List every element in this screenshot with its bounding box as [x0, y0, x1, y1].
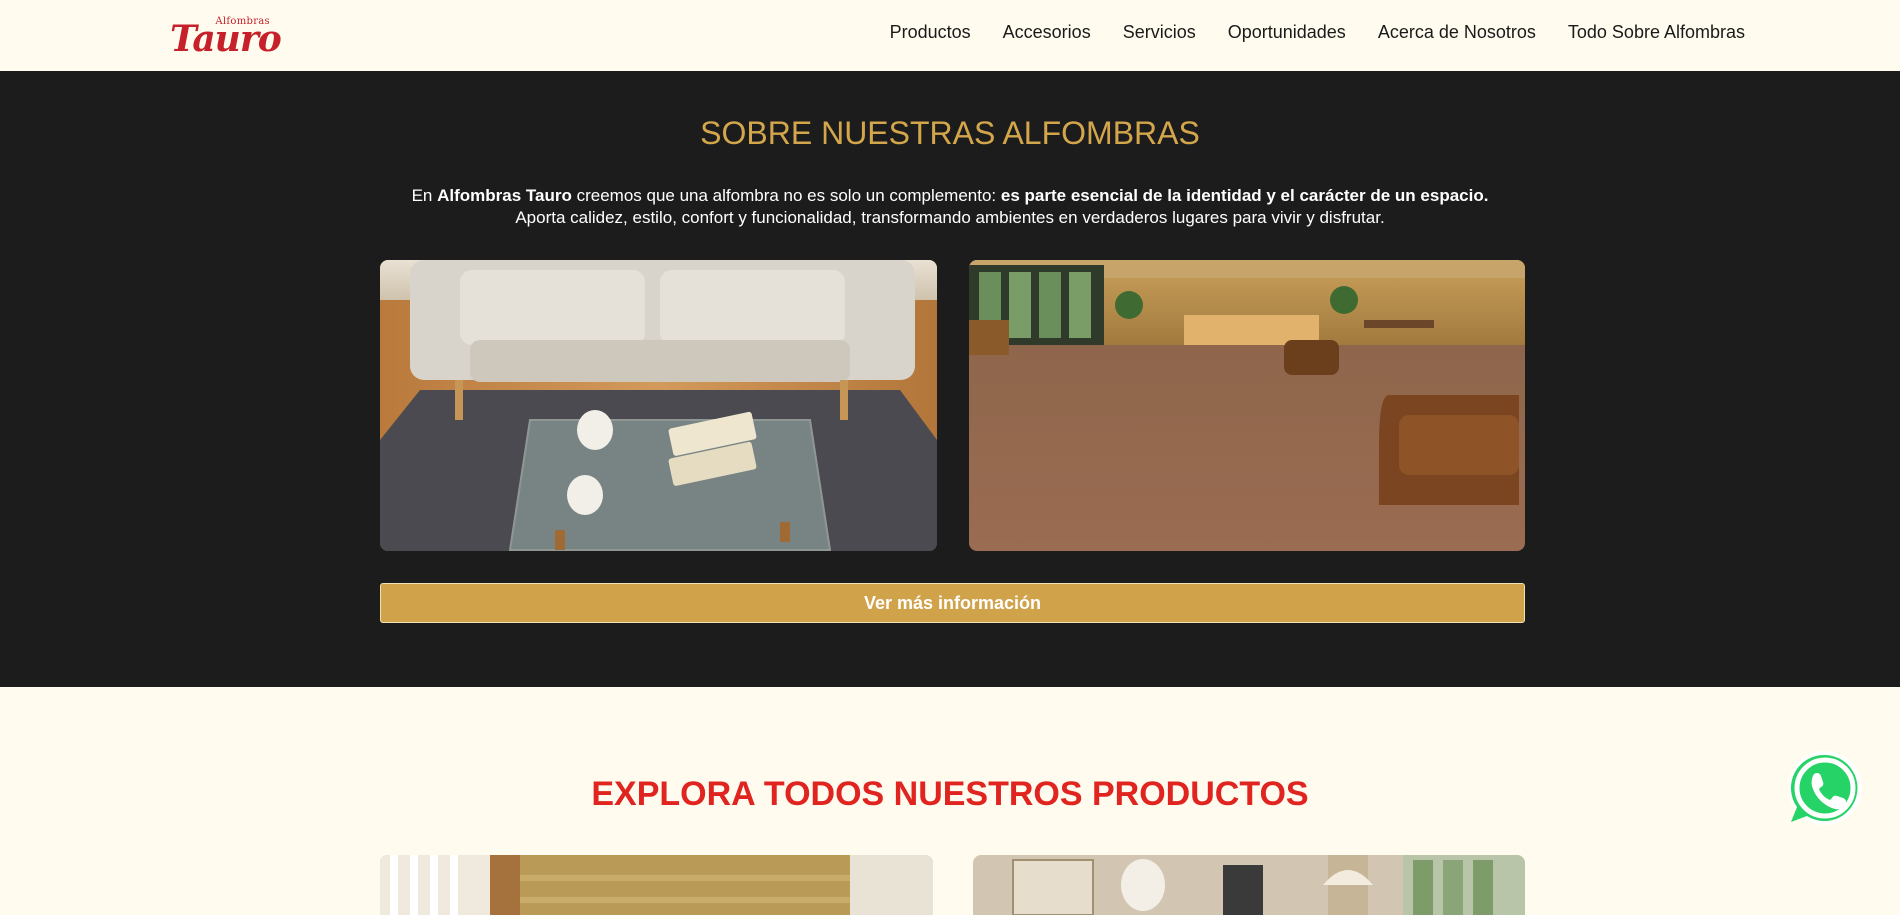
nav-todo-sobre-alfombras[interactable]: Todo Sobre Alfombras [1568, 22, 1745, 43]
living-room-products-image[interactable] [973, 855, 1525, 915]
site-header: Alfombras Tauro Productos Accesorios Ser… [0, 0, 1900, 71]
about-line-2: Aporta calidez, estilo, confort y funcio… [515, 208, 1385, 227]
nav-servicios[interactable]: Servicios [1123, 22, 1196, 43]
more-info-button[interactable]: Ver más información [380, 583, 1525, 623]
about-section: SOBRE NUESTRAS ALFOMBRAS En Alfombras Ta… [0, 71, 1900, 687]
products-title: EXPLORA TODOS NUESTROS PRODUCTOS [591, 775, 1309, 813]
nav-oportunidades[interactable]: Oportunidades [1228, 22, 1346, 43]
whatsapp-icon [1788, 751, 1862, 825]
main-nav: Productos Accesorios Servicios Oportunid… [890, 22, 1745, 43]
whatsapp-button[interactable] [1785, 750, 1865, 830]
nav-accesorios[interactable]: Accesorios [1003, 22, 1091, 43]
nav-productos[interactable]: Productos [890, 22, 971, 43]
about-title: SOBRE NUESTRAS ALFOMBRAS [700, 115, 1200, 151]
logo[interactable]: Alfombras Tauro [170, 10, 282, 60]
stairs-carpet-image[interactable] [380, 855, 933, 915]
about-line-1: En Alfombras Tauro creemos que una alfom… [411, 186, 1489, 205]
living-room-image [380, 260, 937, 551]
about-description: En Alfombras Tauro creemos que una alfom… [0, 185, 1900, 229]
nav-acerca-de-nosotros[interactable]: Acerca de Nosotros [1378, 22, 1536, 43]
logo-big-text: Tauro [170, 18, 282, 60]
hotel-lobby-image [969, 260, 1525, 551]
